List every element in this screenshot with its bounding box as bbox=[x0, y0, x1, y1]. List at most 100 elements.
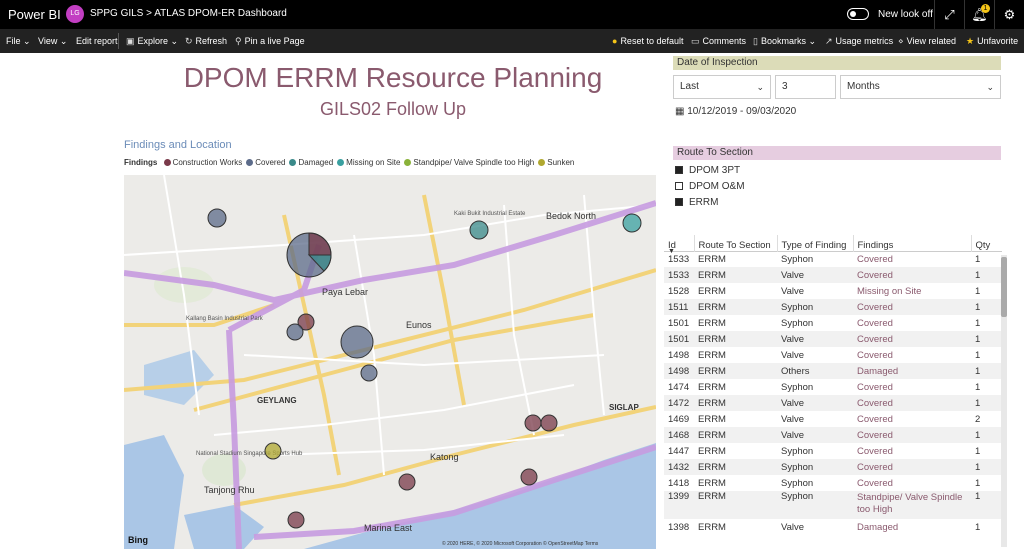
table-row[interactable]: 1533 ERRM Syphon Covered 1 bbox=[664, 251, 1002, 267]
related-icon: ⋄ bbox=[898, 36, 904, 46]
place-national-stadium: National Stadium Singapore Sports Hub bbox=[196, 451, 303, 457]
table-cell: Valve bbox=[781, 521, 805, 533]
table-row[interactable]: 1432 ERRM Syphon Covered 1 bbox=[664, 459, 1002, 475]
scrollbar-thumb[interactable] bbox=[1001, 257, 1007, 317]
bookmarks-menu[interactable]: ▯ Bookmarks ⌄ bbox=[753, 36, 816, 47]
chart-icon: ↗ bbox=[825, 36, 833, 46]
table-cell: 1 bbox=[975, 317, 981, 329]
legend-item[interactable]: Damaged bbox=[298, 158, 333, 167]
table-row[interactable]: 1498 ERRM Valve Covered 1 bbox=[664, 347, 1002, 363]
pin-live-page-button[interactable]: ⚲ Pin a live Page bbox=[235, 36, 305, 47]
route-option-dpom-3pt[interactable]: DPOM 3PT bbox=[675, 165, 740, 176]
chevron-down-icon: ⌄ bbox=[23, 36, 31, 46]
legend-item[interactable]: Standpipe/ Valve Spindle too High bbox=[413, 158, 534, 167]
legend-item[interactable]: Covered bbox=[255, 158, 285, 167]
table-cell: Syphon bbox=[777, 459, 853, 475]
legend-swatch bbox=[538, 159, 546, 166]
table-row[interactable]: 1468 ERRM Valve Covered 1 bbox=[664, 427, 1002, 443]
col-header-qty[interactable]: Qty bbox=[970, 235, 1002, 251]
settings-gear-icon[interactable]: ⚙ bbox=[994, 0, 1024, 29]
table-row[interactable]: 1474 ERRM Syphon Covered 1 bbox=[664, 379, 1002, 395]
reset-default-button[interactable]: ● Reset to default bbox=[612, 36, 683, 46]
edit-report-button[interactable]: Edit report bbox=[76, 36, 118, 46]
table-scrollbar[interactable] bbox=[1001, 255, 1007, 547]
usage-metrics-button[interactable]: ↗ Usage metrics bbox=[825, 36, 893, 47]
table-cell: Syphon bbox=[781, 317, 814, 329]
table-cell: ERRM bbox=[694, 363, 777, 379]
new-look-toggle[interactable] bbox=[847, 8, 869, 20]
legend-item[interactable]: Sunken bbox=[547, 158, 574, 167]
table-row[interactable]: 1472 ERRM Valve Covered 1 bbox=[664, 395, 1002, 411]
table-row[interactable]: 1501 ERRM Syphon Covered 1 bbox=[664, 315, 1002, 331]
date-count-input[interactable]: 3 bbox=[775, 75, 836, 99]
table-row[interactable]: 1447 ERRM Syphon Covered 1 bbox=[664, 443, 1002, 459]
table-row[interactable]: 1511 ERRM Syphon Covered 1 bbox=[664, 299, 1002, 315]
date-unit-dropdown[interactable]: Months ⌄ bbox=[840, 75, 1001, 99]
table-row[interactable]: 1418 ERRM Syphon Covered 1 bbox=[664, 475, 1002, 491]
table-cell: 1498 bbox=[668, 349, 690, 361]
table-row[interactable]: 1399 ERRM Syphon Standpipe/ Valve Spindle t… bbox=[664, 491, 1002, 519]
table-cell: 1533 bbox=[664, 267, 694, 283]
table-cell: Covered bbox=[853, 331, 971, 347]
col-header-findings[interactable]: Findings bbox=[852, 235, 971, 251]
notifications-bell-icon[interactable]: 🔔︎ 1 bbox=[964, 0, 994, 29]
table-row[interactable]: 1498 ERRM Others Damaged 1 bbox=[664, 363, 1002, 379]
map-bubble-covered bbox=[207, 208, 227, 228]
table-cell: Syphon bbox=[781, 477, 814, 489]
table-cell: 1 bbox=[975, 349, 981, 361]
table-row[interactable]: 1501 ERRM Valve Covered 1 bbox=[664, 331, 1002, 347]
file-menu[interactable]: File ⌄ bbox=[6, 36, 31, 47]
table-cell: ERRM bbox=[694, 299, 777, 315]
comments-button[interactable]: ▭ Comments bbox=[691, 36, 746, 47]
table-row[interactable]: 1528 ERRM Valve Missing on Site 1 bbox=[664, 283, 1002, 299]
table-cell: 1 bbox=[975, 445, 981, 457]
table-cell: Valve bbox=[777, 395, 853, 411]
map-bubble-missing bbox=[622, 213, 642, 233]
date-mode-dropdown[interactable]: Last ⌄ bbox=[673, 75, 771, 99]
table-cell: Syphon bbox=[781, 445, 814, 457]
legend-item[interactable]: Construction Works bbox=[173, 158, 243, 167]
toolbar-divider bbox=[118, 33, 119, 49]
chevron-down-icon: ⌄ bbox=[170, 36, 179, 46]
sort-desc-icon: ▼ bbox=[668, 248, 675, 255]
app-brand[interactable]: Power BI bbox=[8, 7, 61, 22]
route-option-errm[interactable]: ERRM bbox=[675, 197, 718, 208]
table-cell: 1511 bbox=[664, 299, 694, 315]
explore-menu[interactable]: ▣ Explore ⌄ bbox=[126, 36, 178, 47]
legend-swatch bbox=[163, 159, 171, 166]
table-cell: 1 bbox=[975, 381, 981, 393]
breadcrumb-workspace[interactable]: SPPG GILS bbox=[90, 8, 143, 19]
map-canvas[interactable]: Paya Lebar Eunos GEYLANG Katong SIGLAP B… bbox=[124, 175, 656, 549]
date-range: ▦ 10/12/2019 - 09/03/2020 bbox=[675, 106, 797, 117]
breadcrumb-report[interactable]: ATLAS DPOM-ER Dashboard bbox=[154, 8, 287, 19]
table-cell: Covered bbox=[853, 427, 971, 443]
workspace-avatar[interactable]: LG bbox=[66, 5, 84, 23]
refresh-icon: ↻ bbox=[185, 36, 193, 46]
table-cell: 1 bbox=[971, 395, 1002, 411]
table-cell: 1 bbox=[975, 285, 981, 297]
col-header-route[interactable]: Route To Section bbox=[693, 235, 777, 251]
route-option-dpom-om[interactable]: DPOM O&M bbox=[675, 181, 745, 192]
table-cell: Covered bbox=[857, 253, 893, 265]
findings-map[interactable]: Paya Lebar Eunos GEYLANG Katong SIGLAP B… bbox=[124, 175, 656, 549]
table-row[interactable]: 1398 ERRM Valve Damaged 1 bbox=[664, 519, 1002, 535]
table-cell: 1501 bbox=[664, 331, 694, 347]
view-related-button[interactable]: ⋄ View related bbox=[898, 36, 956, 47]
refresh-button[interactable]: ↻ Refresh bbox=[185, 36, 227, 47]
date-slicer-header: Date of Inspection bbox=[673, 56, 1001, 70]
table-row[interactable]: 1533 ERRM Valve Covered 1 bbox=[664, 267, 1002, 283]
map-legend: Findings Construction Works Covered Damage… bbox=[124, 158, 574, 167]
table-cell: 1501 bbox=[668, 317, 690, 329]
unfavorite-button[interactable]: ★ Unfavorite bbox=[966, 36, 1018, 47]
table-cell: Syphon bbox=[781, 381, 814, 393]
table-cell: 1432 bbox=[664, 459, 694, 475]
legend-item[interactable]: Missing on Site bbox=[346, 158, 400, 167]
explore-icon: ▣ bbox=[126, 36, 135, 46]
legend-swatch bbox=[246, 159, 254, 166]
pin-icon: ⚲ bbox=[235, 36, 242, 46]
col-header-type[interactable]: Type of Finding bbox=[776, 235, 853, 251]
table-cell: 2 bbox=[975, 413, 981, 425]
view-menu[interactable]: View ⌄ bbox=[38, 36, 67, 47]
expand-icon[interactable]: ⤢ bbox=[934, 0, 964, 29]
table-row[interactable]: 1469 ERRM Valve Covered 2 bbox=[664, 411, 1002, 427]
